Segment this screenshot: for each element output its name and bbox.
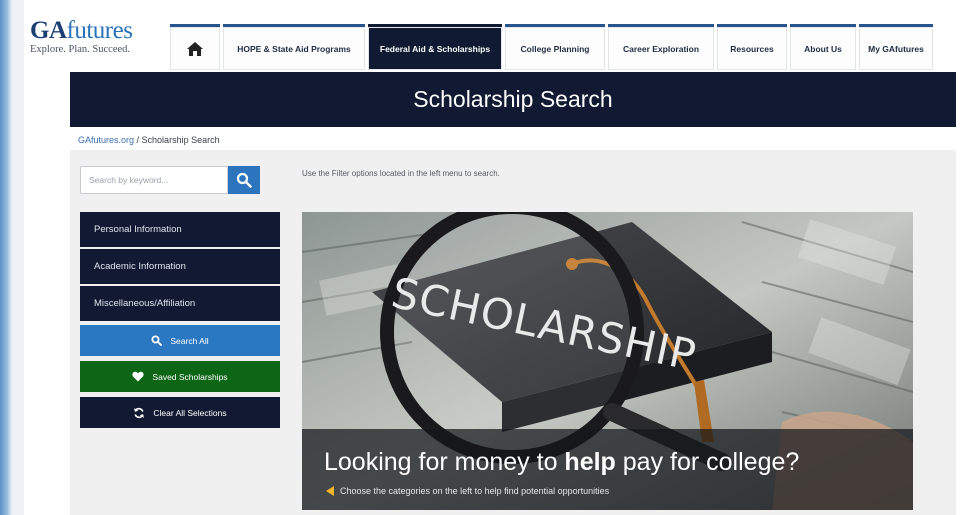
saved-scholarships-button[interactable]: Saved Scholarships [80, 361, 280, 392]
search-all-label: Search All [170, 335, 209, 346]
hero-headline-start: Looking for money to [324, 448, 565, 476]
nav-tab-resources[interactable]: Resources [717, 24, 787, 70]
page: GAfutures Explore. Plan. Succeed. HOPE &… [24, 0, 962, 515]
search-input[interactable]: Search by keyword... [80, 166, 228, 194]
nav-tab-label: My GAfutures [868, 43, 924, 54]
clear-selections-button[interactable]: Clear All Selections [80, 397, 280, 428]
nav-home[interactable] [170, 24, 220, 70]
logo-wordmark: GAfutures [30, 18, 170, 43]
search-instructions: Use the Filter options located in the le… [302, 169, 500, 178]
nav-tab-label: College Planning [520, 43, 590, 54]
filter-miscellaneous-affiliation[interactable]: Miscellaneous/Affiliation [80, 286, 280, 321]
nav-tab-about-us[interactable]: About Us [790, 24, 856, 70]
heart-icon [132, 371, 145, 382]
hero-headline: Looking for money to help pay for colleg… [324, 448, 799, 477]
logo-brand-bold: GA [30, 17, 67, 44]
nav-tab-hope-state-aid[interactable]: HOPE & State Aid Programs [223, 24, 365, 70]
gafutures-logo[interactable]: GAfutures Explore. Plan. Succeed. [30, 18, 170, 55]
page-edge [0, 0, 12, 515]
search-icon [236, 172, 252, 188]
nav-tab-my-gafutures[interactable]: My GAfutures [859, 24, 933, 70]
hero-headline-emphasis: help [564, 448, 616, 476]
filter-academic-information[interactable]: Academic Information [80, 249, 280, 284]
nav-tab-label: Federal Aid & Scholarships [379, 43, 491, 54]
nav-tab-label: Resources [730, 43, 774, 54]
filter-label: Miscellaneous/Affiliation [94, 298, 196, 309]
breadcrumb: GAfutures.org / Scholarship Search [78, 135, 220, 145]
hero-banner: SCHOLARSHIP Looking for money to help pa… [302, 212, 913, 510]
nav-tab-federal-aid[interactable]: Federal Aid & Scholarships [368, 24, 502, 70]
search-all-button[interactable]: Search All [80, 325, 280, 356]
refresh-icon [134, 407, 145, 418]
hero-headline-end: pay for college? [615, 448, 800, 476]
arrow-left-icon [326, 486, 334, 496]
breadcrumb-current: Scholarship Search [141, 135, 220, 145]
breadcrumb-separator: / [134, 135, 142, 145]
filter-label: Academic Information [94, 261, 186, 272]
search-icon [151, 335, 163, 346]
search-button[interactable] [228, 166, 260, 194]
nav-tab-label: Career Exploration [622, 43, 700, 54]
main-nav: HOPE & State Aid Programs Federal Aid & … [170, 24, 933, 70]
nav-tab-label: About Us [804, 43, 842, 54]
home-icon [187, 41, 203, 56]
page-title: Scholarship Search [413, 86, 613, 112]
nav-tab-college-planning[interactable]: College Planning [505, 24, 605, 70]
hero-subtext: Choose the categories on the left to hel… [326, 486, 609, 496]
filter-personal-information[interactable]: Personal Information [80, 212, 280, 247]
logo-brand-light: futures [66, 17, 133, 44]
nav-tab-career-exploration[interactable]: Career Exploration [608, 24, 714, 70]
hero-subtext-label: Choose the categories on the left to hel… [340, 486, 610, 496]
saved-scholarships-label: Saved Scholarships [152, 371, 228, 382]
clear-selections-label: Clear All Selections [153, 407, 227, 418]
page-title-banner: Scholarship Search [70, 72, 956, 127]
filter-label: Personal Information [94, 224, 182, 235]
logo-tagline: Explore. Plan. Succeed. [30, 44, 131, 55]
nav-tab-label: HOPE & State Aid Programs [237, 43, 351, 54]
breadcrumb-home-link[interactable]: GAfutures.org [78, 135, 134, 145]
